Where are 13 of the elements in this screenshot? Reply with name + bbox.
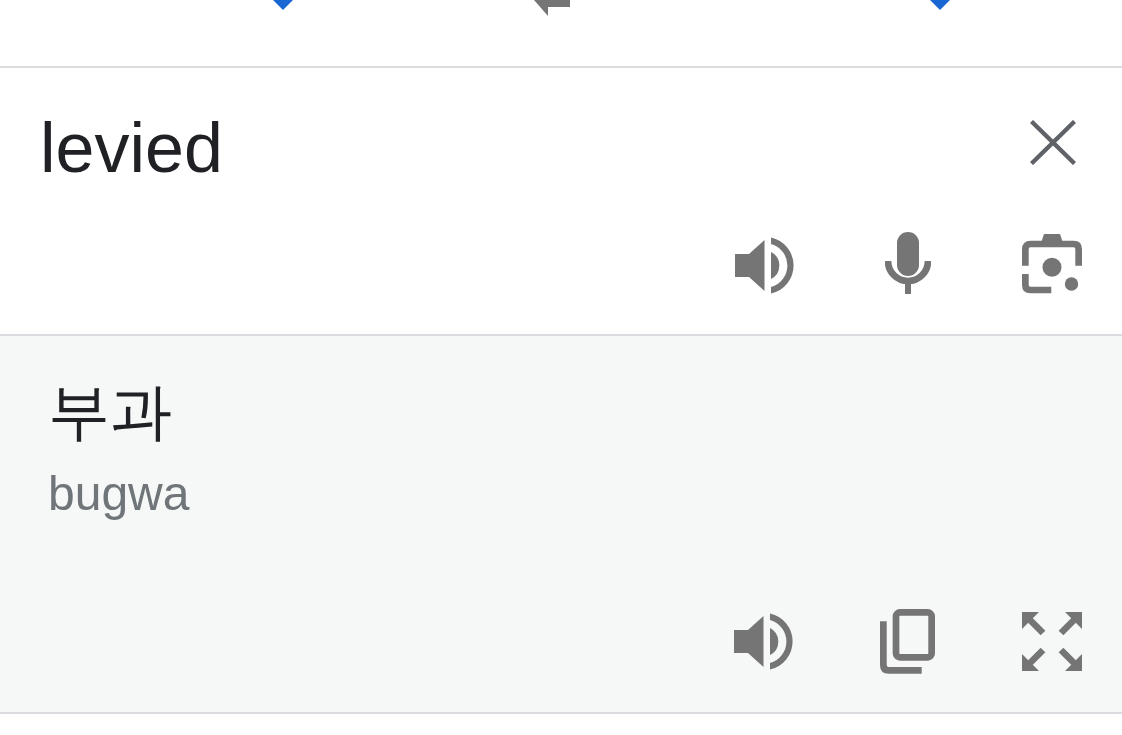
speaker-icon[interactable] [734,613,793,670]
source-text-field[interactable]: levied [40,108,1030,188]
caret-icon[interactable] [930,0,950,10]
expand-icon[interactable] [1022,612,1082,671]
caret-icon[interactable] [273,0,293,10]
close-icon[interactable] [1030,120,1076,165]
translation-text: 부과 [48,374,172,450]
speaker-icon[interactable] [735,237,794,294]
microphone-icon[interactable] [885,232,931,294]
copy-icon[interactable] [880,609,935,674]
romanization-text: bugwa [48,466,190,522]
left-arrow-icon[interactable] [534,0,570,16]
camera-icon[interactable] [1022,234,1082,294]
